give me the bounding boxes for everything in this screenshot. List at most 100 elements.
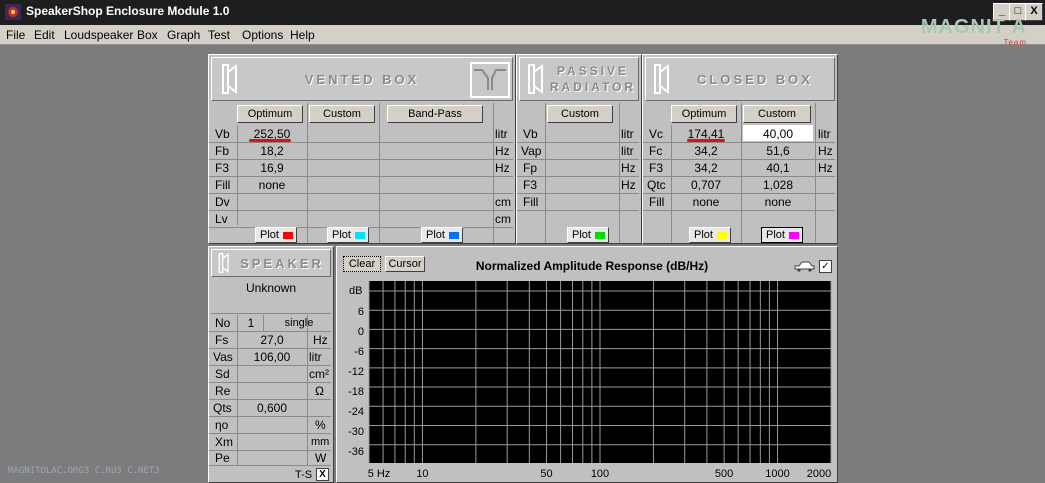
graph-title: Normalized Amplitude Response (dB/Hz) bbox=[475, 259, 709, 273]
menu-test[interactable]: Test bbox=[208, 28, 230, 42]
speaker-no-value[interactable]: 1 bbox=[239, 315, 263, 331]
passive-label-f3: F3 bbox=[523, 178, 538, 192]
ts-checkbox[interactable]: X bbox=[316, 468, 329, 481]
speaker-label-sd: Sd bbox=[215, 367, 230, 381]
speaker-fs-value[interactable]: 27,0 bbox=[239, 332, 305, 348]
vented-optimum-plot-button[interactable]: Plot bbox=[255, 227, 297, 243]
speaker-unit-sd: cm² bbox=[309, 367, 329, 381]
grid-line bbox=[209, 193, 513, 194]
vented-label-fb: Fb bbox=[215, 144, 230, 158]
grid-line bbox=[643, 210, 835, 211]
closed-f3-optimum[interactable]: 34,2 bbox=[673, 160, 739, 176]
grid-line bbox=[815, 103, 816, 243]
vented-box-panel: VENTED BOX Optimum Custom Band-Pass Vb 2… bbox=[208, 54, 516, 244]
passive-label-vb: Vb bbox=[523, 127, 538, 141]
plot-color-swatch bbox=[717, 232, 727, 239]
cursor-button[interactable]: Cursor bbox=[385, 256, 425, 272]
vented-label-dv: Dv bbox=[215, 195, 230, 209]
grid-line bbox=[209, 210, 513, 211]
speaker-left-icon bbox=[222, 64, 237, 94]
grid-line bbox=[545, 103, 546, 243]
graph-checkbox[interactable]: ✓ bbox=[819, 260, 832, 273]
vented-unit-vb: litr bbox=[495, 127, 508, 141]
x-tick-label: 5 Hz bbox=[368, 468, 391, 480]
closed-optimum-button[interactable]: Optimum bbox=[671, 105, 737, 123]
close-button[interactable]: X bbox=[1025, 3, 1043, 21]
speaker-unit-re: Ω bbox=[315, 384, 324, 398]
speaker-label-xm: Xm bbox=[215, 435, 233, 449]
menu-box[interactable]: Box bbox=[137, 28, 158, 42]
menu-loudspeaker[interactable]: Loudspeaker bbox=[64, 28, 133, 42]
closed-unit-vc: litr bbox=[818, 127, 831, 141]
grid-line bbox=[493, 103, 494, 243]
closed-custom-plot-button[interactable]: Plot bbox=[761, 227, 803, 243]
passive-radiator-header: PASSIVE RADIATOR bbox=[519, 57, 639, 101]
closed-f3-custom[interactable]: 40,1 bbox=[743, 160, 813, 176]
menu-edit[interactable]: Edit bbox=[34, 28, 55, 42]
vented-fb-value[interactable]: 18,2 bbox=[239, 143, 305, 159]
x-tick-label: 10 bbox=[416, 468, 428, 480]
x-tick-label: 50 bbox=[540, 468, 552, 480]
vented-custom-plot-button[interactable]: Plot bbox=[327, 227, 369, 243]
closed-label-qtc: Qtc bbox=[647, 178, 666, 192]
passive-plot-button[interactable]: Plot bbox=[567, 227, 609, 243]
ts-label: T-S bbox=[295, 469, 313, 481]
y-tick-label: -30 bbox=[348, 426, 364, 438]
vented-unit-lv: cm bbox=[495, 212, 511, 226]
speaker-qts-value[interactable]: 0,600 bbox=[239, 400, 305, 416]
plot-color-swatch bbox=[789, 232, 799, 239]
closed-vc-custom-input[interactable]: 40,00 bbox=[743, 126, 813, 142]
passive-radiator-panel: PASSIVE RADIATOR Custom Vb litr Vap litr… bbox=[516, 54, 642, 244]
plot-label: Plot bbox=[426, 229, 445, 241]
closed-fill-custom[interactable]: none bbox=[743, 194, 813, 210]
vented-enclosure-icon bbox=[470, 62, 510, 98]
closed-qtc-optimum[interactable]: 0,707 bbox=[673, 177, 739, 193]
vented-label-fill: Fill bbox=[215, 178, 231, 192]
vented-f3-value[interactable]: 16,9 bbox=[239, 160, 305, 176]
closed-custom-button[interactable]: Custom bbox=[743, 105, 811, 123]
menu-options[interactable]: Options bbox=[242, 28, 283, 42]
menu-help[interactable]: Help bbox=[290, 28, 315, 42]
speaker-vas-value[interactable]: 106,00 bbox=[239, 349, 305, 365]
speaker-name[interactable]: Unknown bbox=[211, 279, 331, 314]
menu-file[interactable]: File bbox=[6, 28, 25, 42]
red-underline-mark bbox=[687, 139, 725, 142]
speaker-title: SPEAKER bbox=[240, 256, 324, 271]
speaker-unit-vas: litr bbox=[309, 350, 322, 364]
vented-unit-f3: Hz bbox=[495, 161, 510, 175]
x-tick-label: 1000 bbox=[765, 468, 789, 480]
vented-fill-value[interactable]: none bbox=[239, 177, 305, 193]
vented-bandpass-plot-button[interactable]: Plot bbox=[421, 227, 463, 243]
car-icon[interactable] bbox=[793, 260, 815, 272]
watermark-text: MAGNITOLAC.ORG3 C.RU3 C.NET3 bbox=[8, 466, 160, 476]
x-tick-label: 2000 bbox=[807, 468, 831, 480]
passive-custom-button[interactable]: Custom bbox=[547, 105, 613, 123]
menu-graph[interactable]: Graph bbox=[167, 28, 200, 42]
speaker-mode[interactable]: single bbox=[269, 315, 329, 331]
closed-fill-optimum[interactable]: none bbox=[673, 194, 739, 210]
closed-fc-optimum[interactable]: 34,2 bbox=[673, 143, 739, 159]
vented-optimum-button[interactable]: Optimum bbox=[237, 105, 303, 123]
closed-label-f3: F3 bbox=[649, 161, 664, 175]
passive-title-line1: PASSIVE bbox=[556, 64, 630, 78]
grid-line bbox=[517, 210, 639, 211]
grid-line bbox=[237, 315, 238, 465]
speaker-unit-xm: mm bbox=[311, 436, 330, 448]
response-chart[interactable]: 6 0 -6 -12 -18 -24 -30 -36 5 Hz 10 50 100 500 1000 200… bbox=[336, 281, 836, 483]
plot-color-swatch bbox=[355, 232, 365, 239]
speaker-label-no: No bbox=[215, 316, 231, 330]
clear-button[interactable]: Clear bbox=[343, 256, 381, 272]
app-icon bbox=[5, 4, 21, 20]
closed-optimum-plot-button[interactable]: Plot bbox=[689, 227, 731, 243]
closed-qtc-custom[interactable]: 1,028 bbox=[743, 177, 813, 193]
menu-bar: File Edit Loudspeaker Box Graph Test Opt… bbox=[0, 25, 1045, 45]
vented-bandpass-button[interactable]: Band-Pass bbox=[387, 105, 483, 123]
closed-fc-custom[interactable]: 51,6 bbox=[743, 143, 813, 159]
closed-box-header: CLOSED BOX bbox=[645, 57, 835, 101]
vented-label-f3: F3 bbox=[215, 161, 230, 175]
passive-label-fill: Fill bbox=[523, 195, 539, 209]
vented-custom-button[interactable]: Custom bbox=[309, 105, 375, 123]
passive-unit-vb: litr bbox=[621, 127, 634, 141]
speaker-panel: SPEAKER Unknown No 1 single Fs 27,0 Hz V… bbox=[208, 246, 334, 483]
y-tick-label: 6 bbox=[358, 306, 364, 318]
